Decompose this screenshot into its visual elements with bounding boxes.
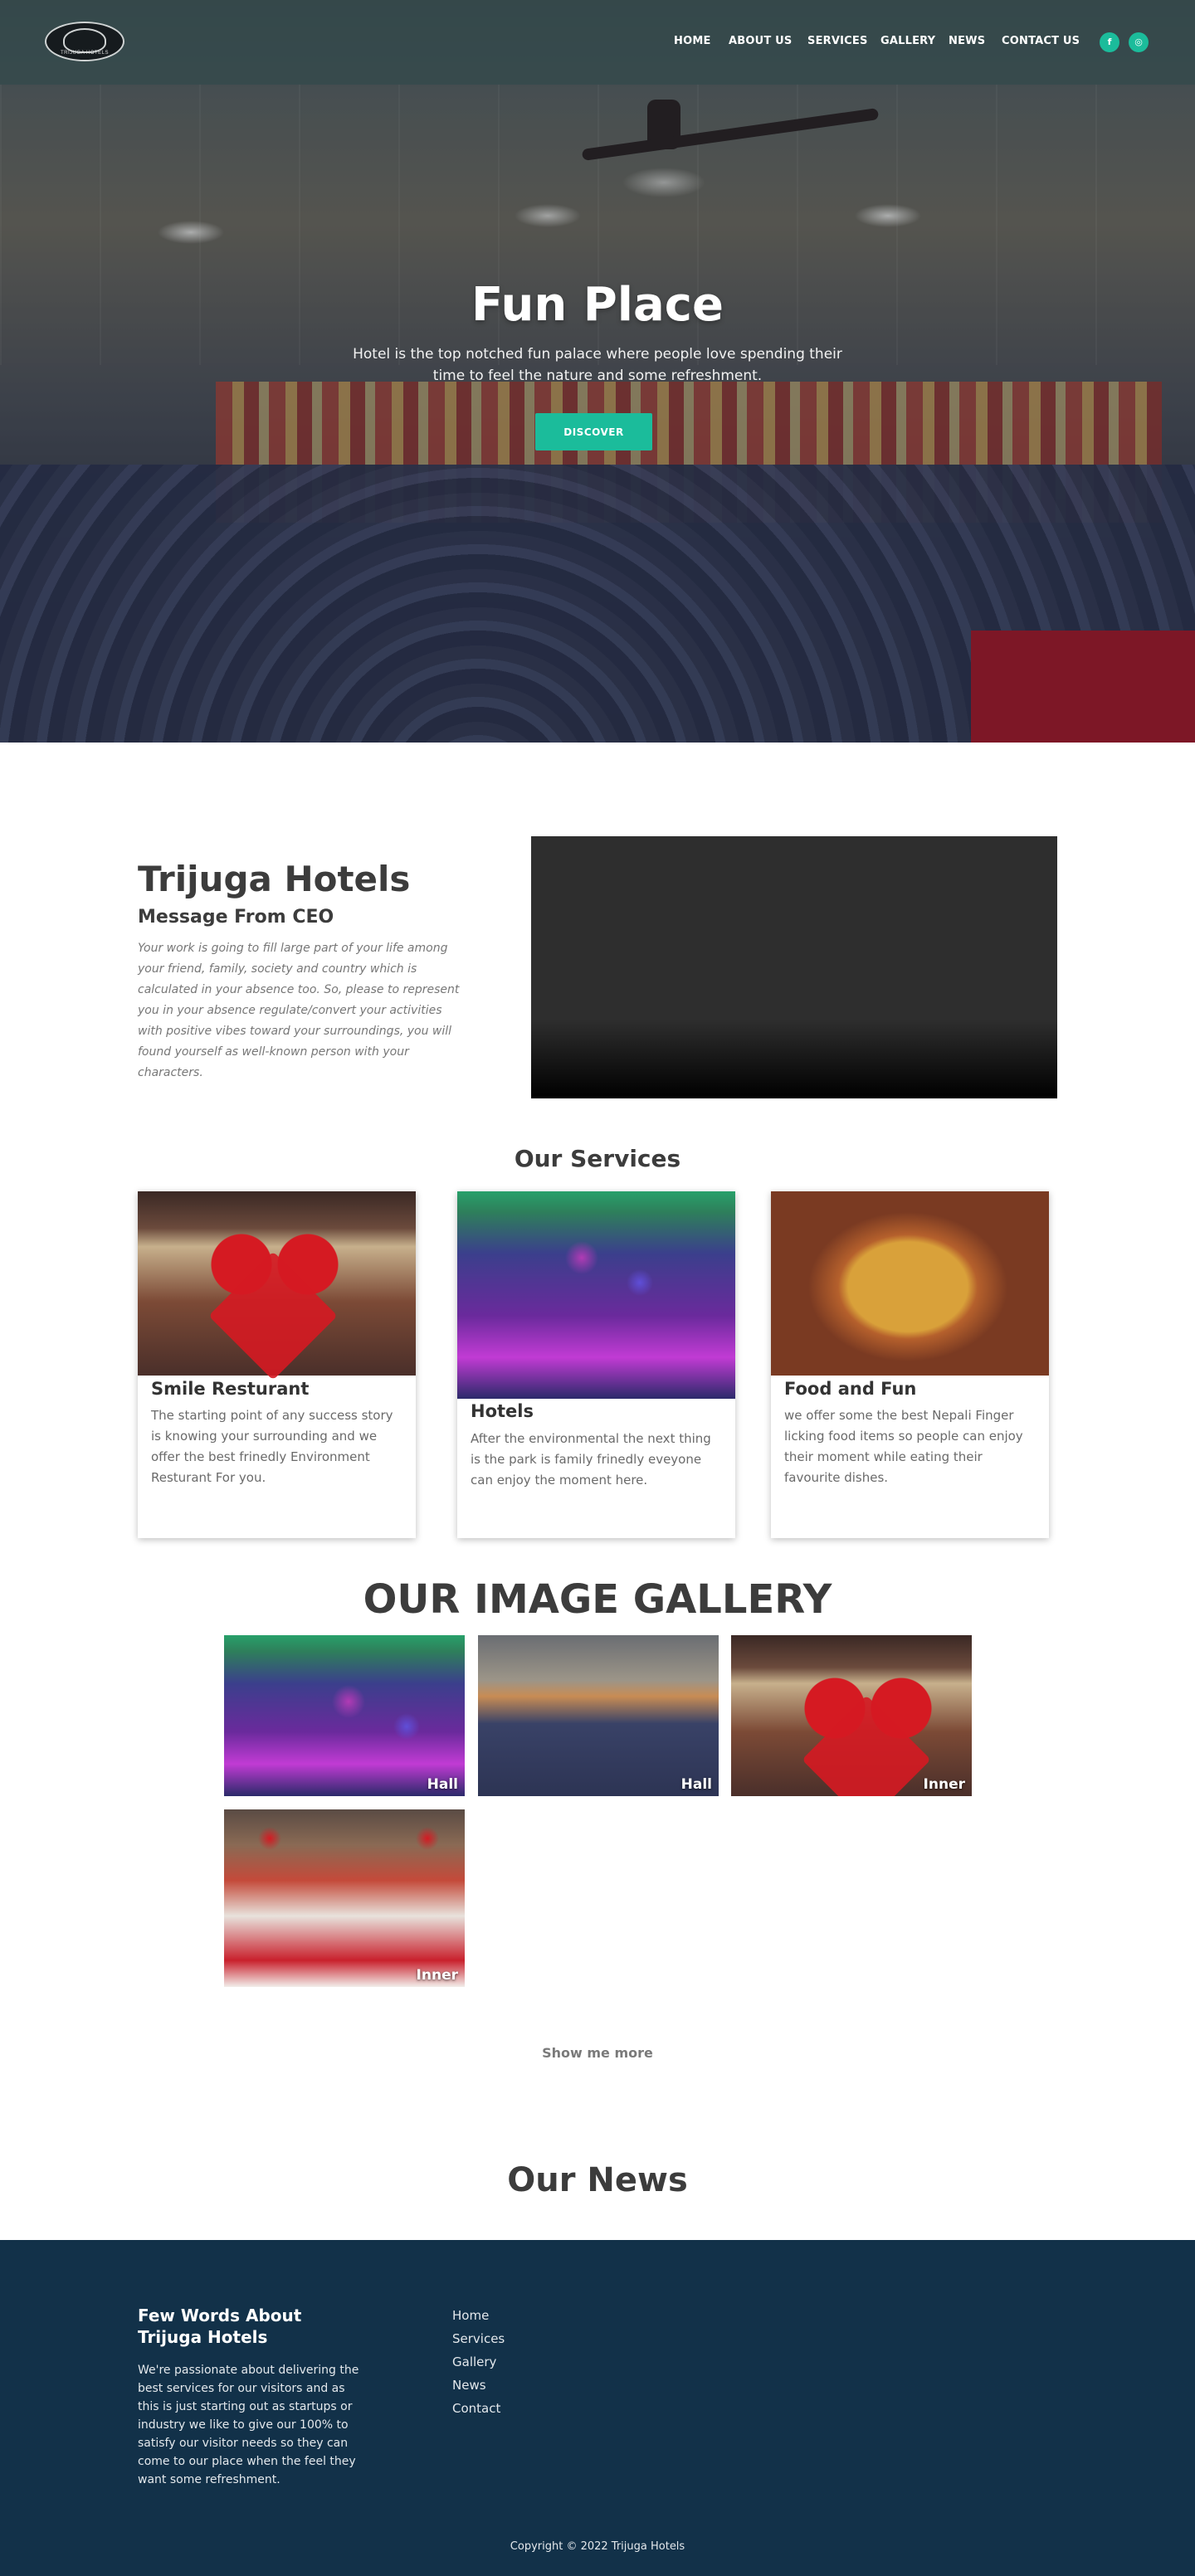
gallery-caption: Hall bbox=[680, 1776, 712, 1793]
footer: Few Words About Trijuga Hotels We're pas… bbox=[0, 2240, 1195, 2576]
food-image bbox=[771, 1191, 1049, 1376]
nav-news[interactable]: NEWS bbox=[949, 35, 985, 47]
service-card-text: we offer some the best Nepali Finger lic… bbox=[784, 1408, 1023, 1485]
copyright: Copyright © 2022 Trijuga Hotels bbox=[510, 2540, 685, 2553]
hotels-image bbox=[457, 1191, 735, 1399]
instagram-icon[interactable]: ◎ bbox=[1129, 32, 1149, 52]
site-logo[interactable]: TRIJUGA HOTELS bbox=[45, 22, 124, 61]
service-card-restaurant[interactable]: Smile Resturant The starting point of an… bbox=[138, 1191, 416, 1538]
service-card-title: Food and Fun bbox=[784, 1379, 917, 1399]
service-card-title: Smile Resturant bbox=[151, 1379, 310, 1399]
hero-section: TRIJUGA HOTELS HOME ABOUT US SERVICES GA… bbox=[0, 0, 1195, 743]
about-subtitle: Message From CEO bbox=[138, 907, 334, 928]
gallery-caption: Inner bbox=[923, 1776, 965, 1793]
logo-text: TRIJUGA HOTELS bbox=[60, 51, 109, 56]
navbar: TRIJUGA HOTELS HOME ABOUT US SERVICES GA… bbox=[0, 0, 1195, 85]
about-title: Trijuga Hotels bbox=[138, 859, 411, 899]
service-card-title: Hotels bbox=[471, 1401, 534, 1421]
nav-home[interactable]: HOME bbox=[674, 35, 711, 47]
service-card-hotels[interactable]: Hotels After the environmental the next … bbox=[457, 1191, 735, 1538]
footer-link-home[interactable]: Home bbox=[452, 2308, 489, 2323]
news-heading: Our News bbox=[507, 2161, 688, 2199]
gallery-item[interactable]: Hall bbox=[478, 1635, 719, 1796]
show-more-button[interactable]: Show me more bbox=[515, 2039, 680, 2066]
footer-link-news[interactable]: News bbox=[452, 2378, 486, 2393]
gallery-heading: OUR IMAGE GALLERY bbox=[363, 1576, 832, 1623]
restaurant-image bbox=[138, 1191, 416, 1376]
hero-title: Fun Place bbox=[471, 278, 724, 332]
hero-subtitle: Hotel is the top notched fun palace wher… bbox=[353, 346, 842, 384]
discover-button[interactable]: DISCOVER bbox=[535, 413, 652, 450]
logo-emblem-icon bbox=[63, 28, 106, 53]
footer-link-services[interactable]: Services bbox=[452, 2331, 505, 2346]
service-card-text: The starting point of any success story … bbox=[151, 1408, 393, 1485]
gallery-caption: Hall bbox=[427, 1776, 458, 1793]
ceo-message: Your work is going to fill large part of… bbox=[138, 942, 460, 1079]
services-heading: Our Services bbox=[514, 1145, 681, 1172]
footer-link-contact[interactable]: Contact bbox=[452, 2401, 500, 2416]
service-card-food[interactable]: Food and Fun we offer some the best Nepa… bbox=[771, 1191, 1049, 1538]
gallery-caption: Inner bbox=[416, 1967, 458, 1984]
facebook-icon[interactable]: f bbox=[1100, 32, 1119, 52]
video-player[interactable] bbox=[531, 836, 1057, 1098]
gallery-item[interactable]: Inner bbox=[731, 1635, 972, 1796]
gallery-item[interactable]: Hall bbox=[224, 1635, 465, 1796]
footer-link-gallery[interactable]: Gallery bbox=[452, 2354, 496, 2369]
footer-title: Few Words About Trijuga Hotels bbox=[138, 2306, 302, 2347]
nav-gallery[interactable]: GALLERY bbox=[880, 35, 935, 47]
nav-contact-us[interactable]: CONTACT US bbox=[1002, 35, 1080, 47]
footer-text: We're passionate about delivering the be… bbox=[138, 2364, 359, 2486]
gallery-item[interactable]: Inner bbox=[224, 1809, 465, 1987]
service-card-text: After the environmental the next thing i… bbox=[471, 1431, 711, 1488]
nav-about-us[interactable]: ABOUT US bbox=[729, 35, 793, 47]
nav-services[interactable]: SERVICES bbox=[807, 35, 868, 47]
